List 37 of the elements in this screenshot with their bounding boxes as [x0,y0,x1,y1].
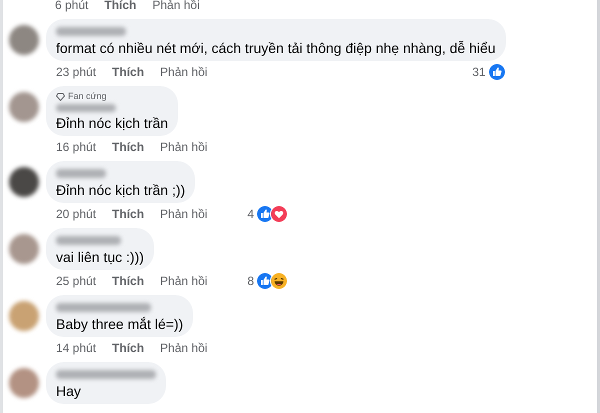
blurred-name [56,169,106,178]
reply-link[interactable]: Phản hồi [160,63,208,81]
like-link[interactable]: Thích [112,138,144,156]
heart-icon [270,205,288,223]
reaction-count: 8 [247,273,254,290]
comment-time: 16 phút [56,139,96,156]
comment-text: Đỉnh nóc kịch trần [56,114,168,132]
comment-time: 6 phút [55,0,88,14]
like-link[interactable]: Thích [112,272,144,290]
comment-time: 25 phút [56,273,96,290]
comment-text: Hay [56,382,82,400]
reply-link[interactable]: Phản hồi [152,0,200,14]
like-link[interactable]: Thích [112,339,144,357]
comment-time: 23 phút [56,64,96,81]
reply-link[interactable]: Phản hồi [160,205,208,223]
like-link[interactable]: Thích [104,0,136,14]
comment-time: 20 phút [56,206,96,223]
diamond-icon [56,92,65,100]
reply-link[interactable]: Phản hồi [160,272,208,290]
reply-link[interactable]: Phản hồi [160,138,208,156]
comment-text: Baby three mắt lé=)) [56,315,184,333]
like-link[interactable]: Thích [112,205,144,223]
laughing-face-icon [270,272,288,290]
fan-label: Fan cứng [68,91,107,102]
reply-link[interactable]: Phản hồi [160,339,208,357]
comment-text: format có nhiều nét mới, cách truyền tải thông điệp nhẹ nhàng, dễ hiểu [56,39,496,57]
reaction-count: 31 [472,64,486,81]
reaction-count: 4 [247,206,254,223]
like-link[interactable]: Thích [112,63,144,81]
blurred-name [56,27,126,36]
avatar[interactable] [9,167,39,197]
comment-text: Đỉnh nóc kịch trần ;)) [56,181,186,199]
thumbs-up-icon [488,63,506,81]
comment-text: vai liên tục :))) [56,248,144,266]
blurred-name [56,104,116,112]
comment-time: 14 phút [56,340,96,357]
blurred-name [56,236,121,245]
